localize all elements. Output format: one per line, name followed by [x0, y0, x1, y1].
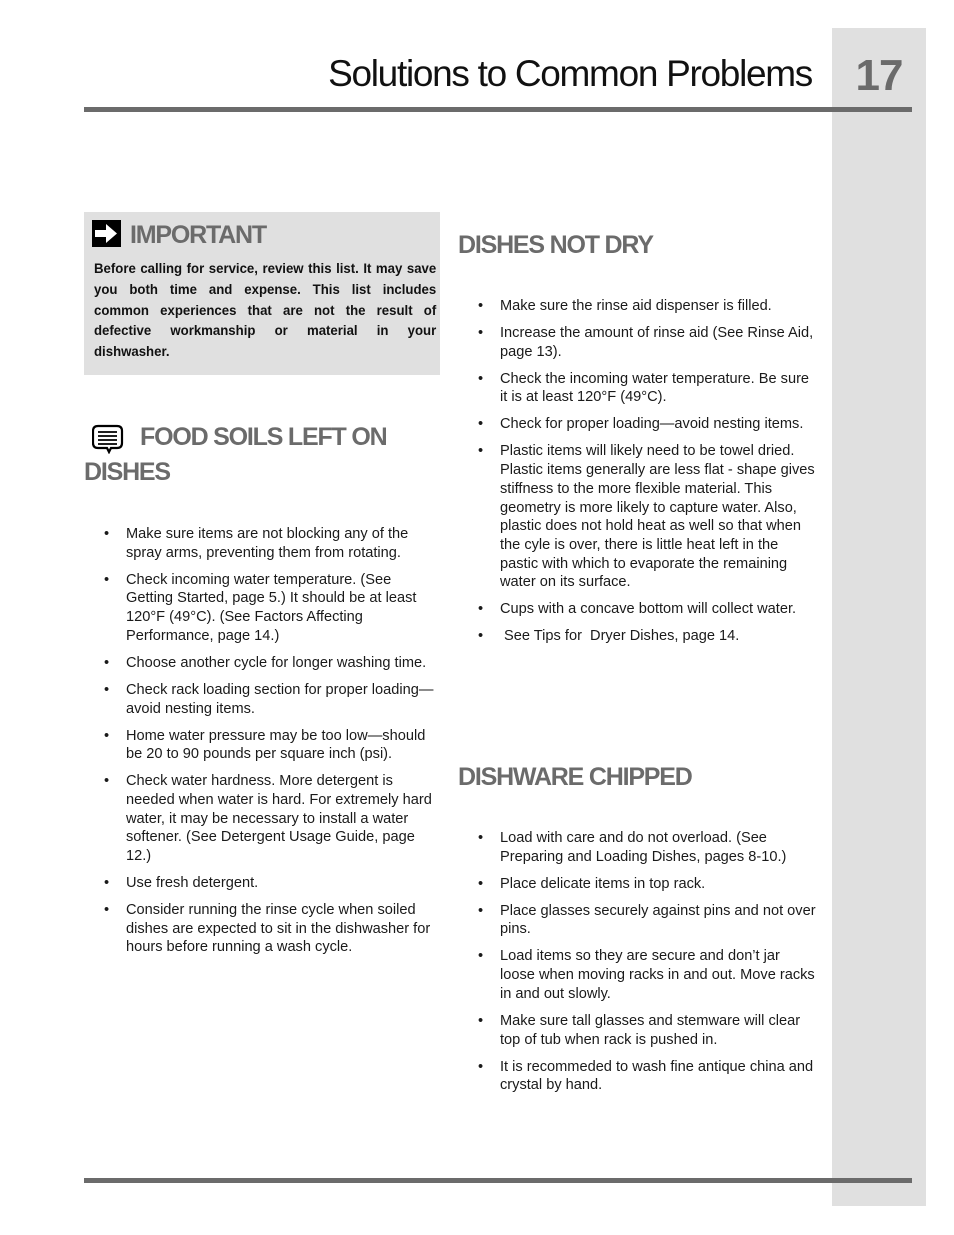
list-item: • Consider running the rinse cycle when s… [104, 901, 438, 957]
bullet: • [104, 681, 110, 698]
heading-line-2: DISHES [84, 458, 171, 486]
list-item: • Increase the amount of rinse aid (See R… [478, 324, 816, 361]
list-item: • Check incoming water temperature. (See … [104, 571, 438, 646]
bullet: • [104, 727, 110, 744]
section-heading-food-soils: FOOD SOILS LEFT ON DISHES [84, 420, 444, 490]
footer-divider [84, 1178, 912, 1183]
page-number: 17 [855, 51, 904, 100]
header-divider [84, 107, 912, 112]
list-item: • Check the incoming water temperature. B… [478, 370, 816, 407]
list-item-text: Load items so they are secure and don’t … [500, 948, 815, 1002]
list-item-text: Use fresh detergent. [126, 875, 259, 892]
list-item-text: Make sure tall glasses and stemware will… [500, 1012, 801, 1048]
section-heading-dishes-not-dry: DISHES NOT DRY [458, 231, 654, 259]
list-item: • It is recommeded to wash fine antique c… [478, 1058, 816, 1095]
bullet: • [478, 830, 484, 846]
list-item: • See Tips for Dryer Dishes, page 14. [478, 627, 816, 646]
bullet: • [478, 370, 484, 387]
dishware-chipped-list: • Load with care and do not overload. (Se… [478, 829, 816, 1103]
important-text: Before calling for service, review this … [94, 261, 437, 361]
bullet: • [478, 601, 484, 618]
list-item: • Check for proper loading—avoid nesting … [478, 415, 816, 434]
bullet: • [104, 902, 110, 919]
page-title: Solutions to Common Problems [328, 53, 813, 94]
heading-line-1: FOOD SOILS LEFT ON [140, 423, 388, 451]
list-item: • Place glasses securely against pins and… [478, 902, 816, 939]
list-item-text: Make sure items are not blocking any of … [126, 526, 409, 561]
list-item-text: Home water pressure may be too low—shoul… [126, 727, 426, 763]
list-item-text: Make sure the rinse aid dispenser is fil… [500, 298, 772, 314]
bullet: • [104, 654, 110, 671]
list-item: • Use fresh detergent. [104, 874, 438, 893]
list-item: • Make sure items are not blocking any of… [104, 525, 438, 562]
list-item: • Load with care and do not overload. (Se… [478, 829, 816, 866]
bullet: • [478, 902, 484, 919]
list-item-text: Check incoming water temperature. (See G… [126, 571, 417, 644]
dishes-not-dry-list: • Make sure the rinse aid dispenser is fi… [478, 297, 816, 654]
list-item: • Home water pressure may be too low—shou… [104, 727, 438, 764]
list-item-text: Choose another cycle for longer washing … [126, 654, 427, 671]
list-item-text: See Tips for Dryer Dishes, page 14. [500, 628, 740, 645]
list-item: • Make sure tall glasses and stemware wil… [478, 1012, 816, 1049]
list-item-text: Check rack loading section for proper lo… [126, 681, 434, 717]
bullet: • [104, 773, 110, 790]
important-notice: IMPORTANT Before calling for service, re… [84, 212, 440, 375]
list-item: • Cups with a concave bottom will collect… [478, 600, 816, 619]
bullet: • [478, 1012, 484, 1029]
list-item-text: Consider running the rinse cycle when so… [126, 902, 431, 956]
list-item-text: Check the incoming water temperature. Be… [500, 370, 810, 406]
bullet: • [104, 875, 110, 892]
list-item: • Make sure the rinse aid dispenser is fi… [478, 297, 816, 316]
bullet: • [104, 526, 110, 542]
list-item-text: Place delicate items in top rack. [500, 875, 706, 892]
list-item-text: Load with care and do not overload. (See… [500, 830, 787, 865]
bullet: • [478, 325, 484, 341]
list-item-text: Check for proper loading—avoid nesting i… [500, 416, 804, 433]
list-item: • Choose another cycle for longer washing… [104, 654, 438, 673]
bullet: • [104, 571, 110, 588]
list-item: • Load items so they are secure and don’t… [478, 947, 816, 1003]
list-item-text: Check water hardness. More detergent is … [126, 773, 432, 865]
list-item-text: Plastic items will likely need to be tow… [500, 443, 815, 591]
bullet: • [478, 948, 484, 965]
list-item: • Check water hardness. More detergent is… [104, 772, 438, 866]
important-heading: IMPORTANT [130, 221, 267, 249]
list-item: • Place delicate items in top rack. [478, 875, 816, 894]
list-item: • Plastic items will likely need to be to… [478, 442, 816, 592]
bullet: • [478, 298, 484, 314]
page-tab-sidebar [832, 28, 926, 1206]
section-heading-dishware-chipped: DISHWARE CHIPPED [458, 763, 693, 791]
list-item-text: It is recommeded to wash fine antique ch… [500, 1058, 814, 1094]
bullet: • [478, 1058, 484, 1075]
note-speech-bubble-icon [91, 424, 124, 455]
list-item-text: Place glasses securely against pins and … [500, 902, 816, 938]
list-item: • Check rack loading section for proper l… [104, 681, 438, 718]
bullet: • [478, 416, 484, 433]
bullet: • [478, 875, 484, 892]
arrow-right-icon [92, 220, 121, 247]
food-soils-list: • Make sure items are not blocking any of… [104, 525, 438, 965]
bullet: • [478, 628, 484, 645]
list-item-text: Cups with a concave bottom will collect … [500, 601, 797, 618]
list-item-text: Increase the amount of rinse aid (See Ri… [500, 325, 814, 360]
bullet: • [478, 443, 484, 460]
